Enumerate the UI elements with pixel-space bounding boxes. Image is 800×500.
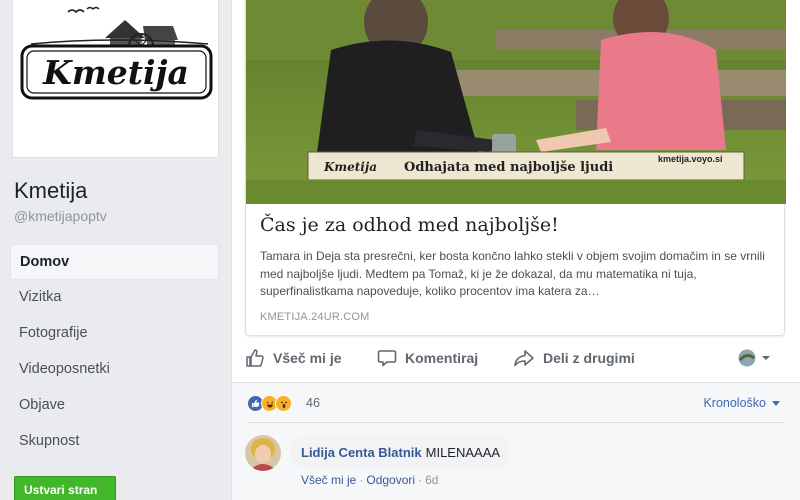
nav-item-videoposnetki[interactable]: Videoposnetki: [10, 352, 219, 388]
banner-caption: Odhajata med najboljše ljudi: [404, 160, 613, 175]
link-title[interactable]: Čas je za odhod med najboljše!: [260, 214, 559, 236]
caret-down-icon: [772, 400, 780, 406]
nav-item-objave[interactable]: Objave: [10, 388, 219, 424]
post-actions: Všeč mi je Komentiraj Deli z drugimi: [245, 343, 785, 373]
comment-bubble: Lidija Centa Blatnik MILENAAAA: [290, 435, 512, 469]
post-card: Kmetija Odhajata med najboljše ljudi kme…: [231, 0, 800, 500]
sort-label: Kronološko: [703, 396, 766, 410]
comment-author[interactable]: Lidija Centa Blatnik: [301, 445, 422, 460]
comment-icon: [377, 350, 397, 367]
comment-reply-link[interactable]: Odgovori: [366, 473, 415, 487]
banner-logo: Kmetija: [323, 160, 377, 174]
reactions-section: 46 Kronološko Lidija Centa Blatnik MILEN…: [232, 383, 800, 500]
link-preview[interactable]: Kmetija Odhajata med najboljše ljudi kme…: [245, 0, 786, 336]
page-sidebar: Kmetija Kmetija @kmetijapoptv Domov Vizi…: [0, 0, 231, 500]
comment-label: Komentiraj: [405, 350, 479, 366]
nav-item-domov[interactable]: Domov: [10, 244, 219, 280]
reactions-divider: [247, 422, 785, 423]
like-label: Všeč mi je: [273, 350, 342, 366]
create-page-button[interactable]: Ustvari stran: [14, 476, 116, 500]
comment-like-link[interactable]: Všeč mi je: [301, 473, 356, 487]
comment-meta: Všeč mi je · Odgovori · 6d: [301, 473, 438, 487]
nav-item-skupnost[interactable]: Skupnost: [10, 424, 219, 460]
chevron-down-icon: [762, 356, 770, 360]
wow-reaction-icon: [275, 395, 292, 412]
reaction-count[interactable]: 46: [306, 396, 320, 410]
page-avatar-icon: [738, 349, 756, 367]
share-icon: [514, 350, 534, 367]
logo-text: Kmetija: [42, 53, 189, 92]
link-domain[interactable]: KMETIJA.24UR.COM: [260, 311, 370, 323]
comment-button[interactable]: Komentiraj: [377, 343, 478, 373]
like-button[interactable]: Všeč mi je: [245, 343, 342, 373]
reaction-icons[interactable]: [247, 395, 292, 412]
comment-sort-dropdown[interactable]: Kronološko: [703, 396, 780, 410]
link-preview-image[interactable]: Kmetija Odhajata med najboljše ljudi kme…: [246, 0, 786, 204]
share-label: Deli z drugimi: [543, 350, 635, 366]
post-as-selector[interactable]: [737, 343, 779, 373]
separator-dot: ·: [359, 473, 364, 487]
share-button[interactable]: Deli z drugimi: [513, 343, 635, 373]
commenter-avatar[interactable]: [245, 435, 281, 471]
nav-item-vizitka[interactable]: Vizitka: [10, 280, 219, 316]
page-nav: Domov Vizitka Fotografije Videoposnetki …: [10, 244, 219, 460]
separator-dot: ·: [418, 473, 423, 487]
nav-item-fotografije[interactable]: Fotografije: [10, 316, 219, 352]
comment-timestamp[interactable]: 6d: [425, 473, 438, 487]
page-title[interactable]: Kmetija: [14, 178, 87, 204]
video-still-image: Kmetija Odhajata med najboljše ljudi kme…: [246, 0, 786, 204]
thumbs-up-icon: [246, 349, 264, 367]
kmetija-logo: Kmetija: [20, 6, 213, 100]
page-profile-picture[interactable]: Kmetija: [12, 0, 219, 158]
banner-site: kmetija.voyo.si: [658, 154, 723, 164]
link-description[interactable]: Tamara in Deja sta presrečni, ker bosta …: [260, 248, 775, 301]
comment-text: MILENAAAA: [425, 444, 501, 460]
avatar-photo: [245, 435, 281, 471]
page-username[interactable]: @kmetijapoptv: [14, 208, 107, 224]
